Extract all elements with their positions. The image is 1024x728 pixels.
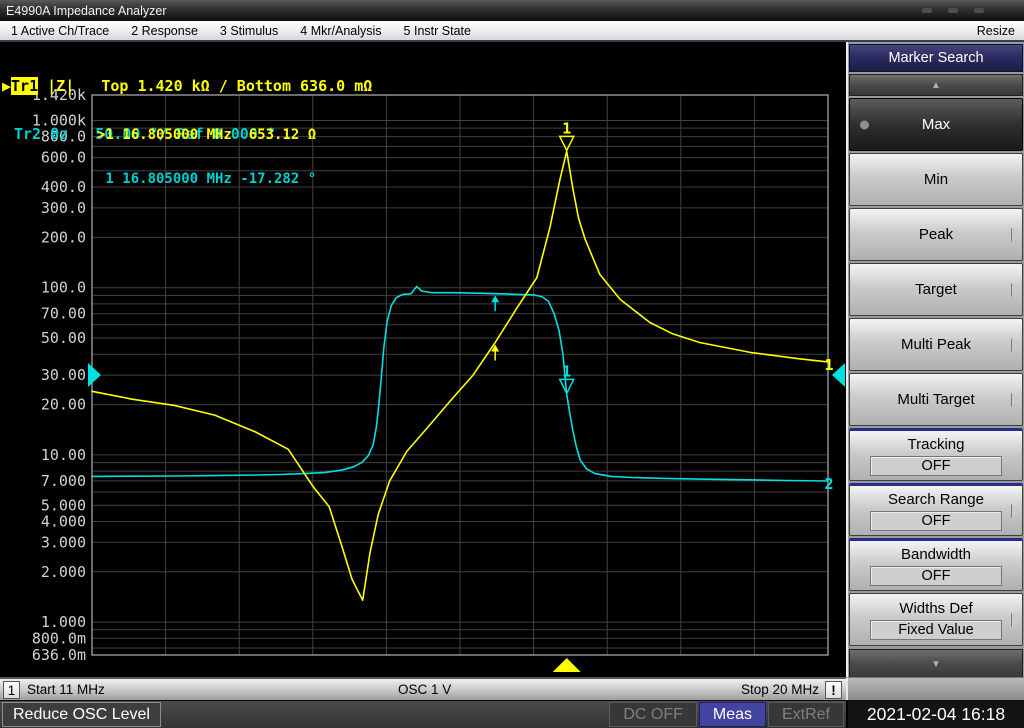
status-message: Reduce OSC Level	[2, 702, 161, 727]
stop-frequency-label: Stop 20 MHz	[741, 682, 819, 697]
softkey-value: OFF	[870, 566, 1002, 586]
softkey-widths-def[interactable]: Widths Def Fixed Value	[849, 593, 1023, 646]
submenu-arrow-icon	[1012, 338, 1020, 352]
dc-bias-status: DC OFF	[609, 702, 697, 727]
y-axis-tick-label: 636.0m	[32, 646, 86, 664]
menu-item-4-mkr-analysis[interactable]: 4 Mkr/Analysis	[289, 24, 392, 38]
y-axis-tick-label: 200.0	[41, 228, 86, 246]
app-window: E4990A Impedance Analyzer 1 Active Ch/Tr…	[0, 0, 1024, 728]
tr2-reference-arrow-left-icon	[88, 363, 101, 387]
softkey-label: Bandwidth	[901, 546, 971, 563]
triangle-down-icon: ▼	[931, 659, 941, 670]
trace-number-edge-label: 2	[824, 475, 833, 493]
softkey-menu-title: Marker Search	[849, 44, 1023, 72]
osc-level-label: OSC 1 V	[398, 682, 451, 697]
softkey-scroll-down-button[interactable]: ▼	[849, 649, 1023, 679]
stimulus-marker-icon	[553, 658, 581, 672]
stimulus-bar-main: 1 Start 11 MHz OSC 1 V Stop 20 MHz !	[0, 677, 846, 700]
submenu-arrow-icon	[1012, 393, 1020, 407]
minimize-icon[interactable]	[922, 8, 932, 13]
maximize-icon[interactable]	[948, 8, 958, 13]
channel-number-badge: 1	[3, 681, 20, 699]
measurement-status: Meas	[699, 702, 766, 727]
y-axis-tick-label: 30.00	[41, 366, 86, 384]
extref-status: ExtRef	[768, 702, 844, 727]
softkey-label: Max	[922, 116, 950, 133]
softkey-tracking[interactable]: Tracking OFF	[849, 428, 1023, 481]
stimulus-bar: 1 Start 11 MHz OSC 1 V Stop 20 MHz !	[0, 677, 1024, 700]
marker1-tr1-readout: >1 16.805000 MHz 653.12 Ω	[97, 128, 316, 143]
marker-number-label: 1	[562, 362, 571, 380]
start-frequency-label: Start 11 MHz	[27, 682, 105, 697]
window-controls	[922, 8, 984, 13]
menu-item-5-instr-state[interactable]: 5 Instr State	[393, 24, 482, 38]
active-trace-indicator-icon: ▶	[2, 77, 11, 95]
menu-item-resize[interactable]: Resize	[977, 24, 1024, 38]
y-axis-tick-label: 3.000	[41, 533, 86, 551]
y-axis-tick-label: 2.000	[41, 563, 86, 581]
marker-number-label: 1	[562, 119, 571, 137]
trace1-scale-text: |Z| Top 1.420 kΩ / Bottom 636.0 mΩ	[38, 77, 372, 95]
up-arrow-head-icon	[491, 295, 499, 302]
softkey-sidebar: Marker Search ▲ Max Min Peak Target Multi Pe…	[846, 42, 1024, 677]
menubar: 1 Active Ch/Trace2 Response3 Stimulus4 M…	[0, 21, 1024, 42]
softkey-min[interactable]: Min	[849, 153, 1023, 206]
y-axis-tick-label: 10.00	[41, 446, 86, 464]
softkey-label: Multi Target	[897, 391, 974, 408]
y-axis-tick-label: 100.0	[41, 279, 86, 297]
y-axis-tick-label: 400.0	[41, 178, 86, 196]
trace1-tag: Tr1	[11, 77, 38, 95]
softkey-label: Target	[915, 281, 957, 298]
softkey-value: OFF	[870, 456, 1002, 476]
softkey-value: Fixed Value	[870, 620, 1002, 640]
softkey-value: OFF	[870, 511, 1002, 531]
y-axis-tick-label: 50.00	[41, 329, 86, 347]
datetime-display: 2021-02-04 16:18	[846, 701, 1024, 728]
trace-number-edge-label: 1	[824, 356, 833, 374]
softkey-label: Tracking	[908, 436, 965, 453]
softkey-label: Peak	[919, 226, 953, 243]
softkey-label: Multi Peak	[901, 336, 971, 353]
stimulus-bar-side-filler	[846, 677, 1024, 700]
y-axis-tick-label: 300.0	[41, 199, 86, 217]
warning-badge[interactable]: !	[825, 681, 842, 699]
y-axis-tick-label: 20.00	[41, 396, 86, 414]
marker-triangle-icon	[560, 136, 574, 150]
tr2-reference-arrow-right-icon	[832, 363, 845, 387]
marker1-tr2-readout: 1 16.805000 MHz -17.282 °	[97, 172, 316, 187]
softkey-label: Widths Def	[899, 600, 972, 617]
softkey-search-range[interactable]: Search Range OFF	[849, 483, 1023, 536]
y-axis-tick-label: 4.000	[41, 512, 86, 530]
softkey-peak[interactable]: Peak	[849, 208, 1023, 261]
softkey-target[interactable]: Target	[849, 263, 1023, 316]
close-icon[interactable]	[974, 8, 984, 13]
submenu-arrow-icon	[1012, 228, 1020, 242]
menu-item-3-stimulus[interactable]: 3 Stimulus	[209, 24, 289, 38]
softkey-label: Search Range	[888, 491, 984, 508]
selected-bullet-icon	[860, 120, 869, 129]
submenu-arrow-icon	[1012, 283, 1020, 297]
menu-item-1-active-ch-trace[interactable]: 1 Active Ch/Trace	[0, 24, 120, 38]
y-axis-tick-label: 800.0m	[32, 629, 86, 647]
triangle-up-icon: ▲	[931, 80, 941, 91]
softkey-label: Min	[924, 171, 948, 188]
softkey-max[interactable]: Max	[849, 98, 1023, 151]
instrument-screen: 1.420k1.000k800.0600.0400.0300.0200.0100…	[0, 42, 846, 677]
softkey-scroll-up-button[interactable]: ▲	[849, 74, 1023, 96]
menu-item-2-response[interactable]: 2 Response	[120, 24, 209, 38]
y-axis-tick-label: 70.00	[41, 305, 86, 323]
titlebar: E4990A Impedance Analyzer	[0, 0, 1024, 21]
submenu-arrow-icon	[1012, 504, 1020, 518]
softkey-bandwidth[interactable]: Bandwidth OFF	[849, 538, 1023, 591]
softkey-multi-peak[interactable]: Multi Peak	[849, 318, 1023, 371]
softkey-multi-target[interactable]: Multi Target	[849, 373, 1023, 426]
y-axis-tick-label: 7.000	[41, 472, 86, 490]
window-title: E4990A Impedance Analyzer	[6, 4, 167, 18]
marker-readout: >1 16.805000 MHz 653.12 Ω 1 16.805000 MH…	[97, 99, 316, 215]
statusbar: Reduce OSC Level DC OFF Meas ExtRef 2021…	[0, 700, 1024, 728]
trace1-header[interactable]: ▶Tr1 |Z| Top 1.420 kΩ / Bottom 636.0 mΩ	[2, 78, 372, 94]
submenu-arrow-icon	[1012, 613, 1020, 627]
